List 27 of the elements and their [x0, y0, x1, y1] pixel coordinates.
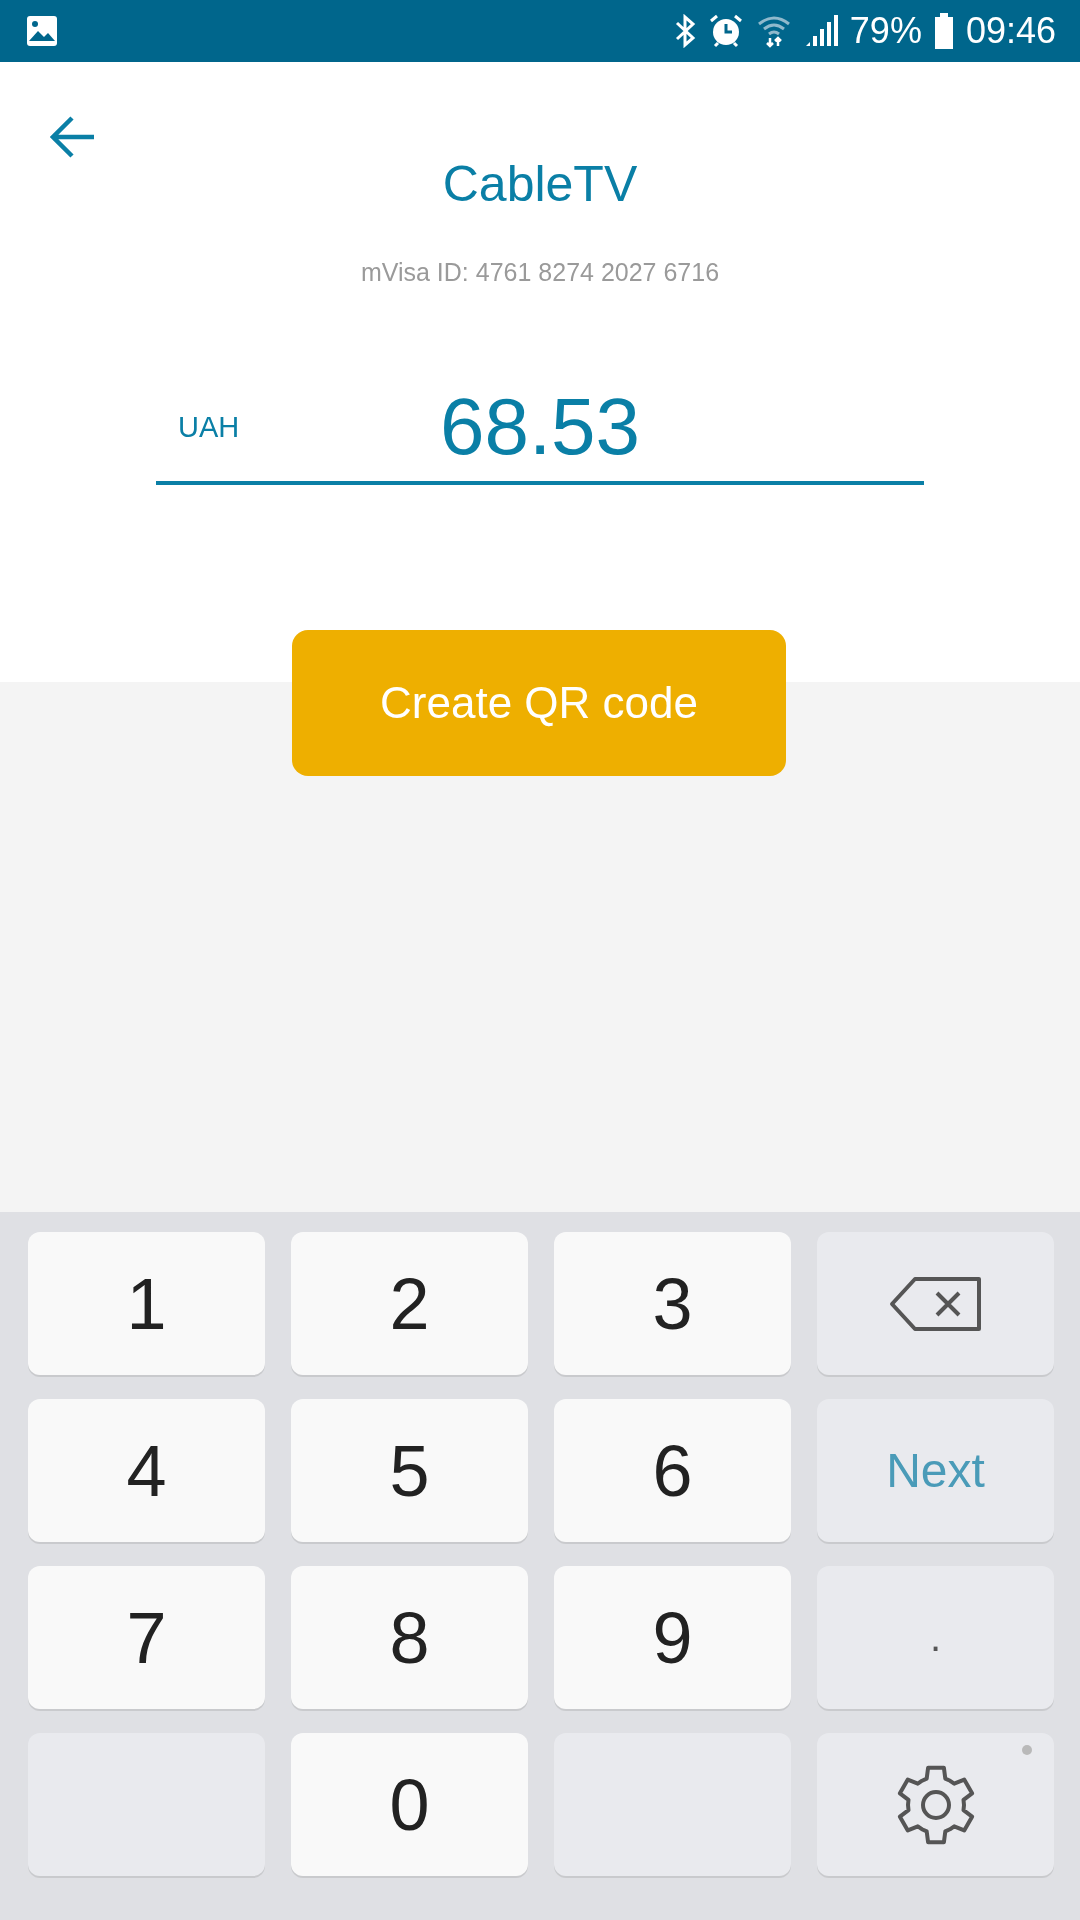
key[interactable]: 2 — [291, 1232, 528, 1375]
bluetooth-icon — [673, 14, 696, 48]
key[interactable]: . — [817, 1566, 1054, 1709]
battery-icon — [933, 13, 954, 49]
key[interactable]: 8 — [291, 1566, 528, 1709]
back-arrow-icon[interactable] — [50, 114, 96, 160]
key[interactable]: 0 — [291, 1733, 528, 1876]
mvisa-id: mVisa ID: 4761 8274 2027 6716 — [360, 258, 720, 287]
amount-value: 68.53 — [439, 381, 641, 473]
image-icon — [26, 15, 58, 47]
backspace-key[interactable] — [817, 1232, 1054, 1375]
settings-key[interactable] — [817, 1733, 1054, 1876]
key[interactable]: 7 — [28, 1566, 265, 1709]
clock-time: 09:46 — [965, 10, 1056, 52]
amount-field[interactable]: UAH 68.53 — [156, 373, 924, 485]
currency-label: UAH — [178, 410, 240, 444]
key[interactable]: 1 — [28, 1232, 265, 1375]
key[interactable]: 6 — [554, 1399, 791, 1542]
battery-percent: 79% — [849, 10, 922, 52]
key[interactable]: 5 — [291, 1399, 528, 1542]
indicator-dot — [1022, 1745, 1032, 1755]
merchant-title: CableTV — [442, 155, 638, 214]
key[interactable]: 4 — [28, 1399, 265, 1542]
key[interactable]: 9 — [554, 1566, 791, 1709]
alarm-icon — [707, 13, 744, 49]
key[interactable]: 3 — [554, 1232, 791, 1375]
backspace-icon — [888, 1275, 983, 1332]
